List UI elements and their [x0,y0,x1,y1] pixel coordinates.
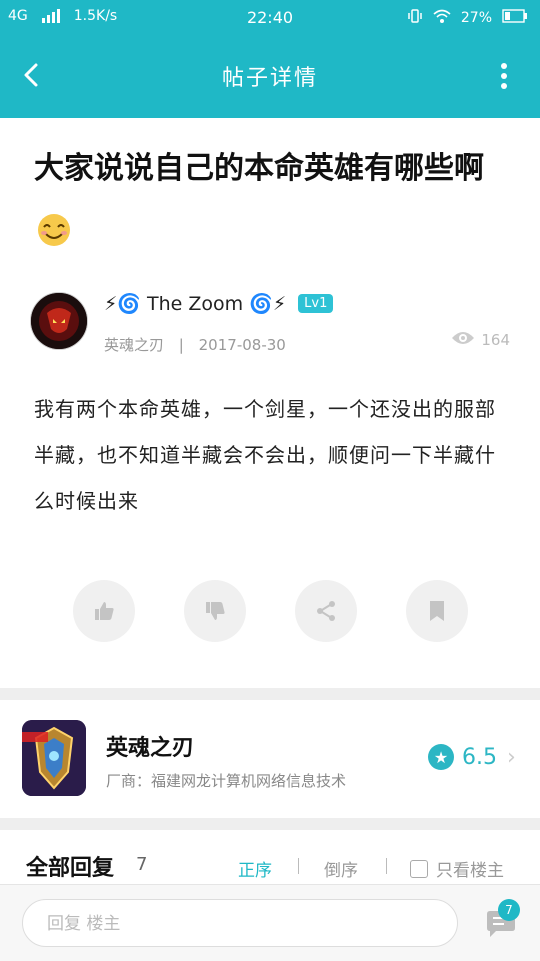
only-op-label: 只看楼主 [436,861,504,881]
views-count: 164 [481,331,510,349]
chevron-right-icon: › [507,744,516,770]
rating-value: 6.5 [462,744,497,770]
section-divider [0,818,540,830]
battery-percent: 27% [460,10,492,26]
reply-bar: 回复 楼主 7 [0,884,540,961]
status-bar: 4G 1.5K/s 22:40 27% [0,0,540,34]
game-tag: 英魂之刃 [104,336,165,354]
dislike-icon [206,602,225,620]
star-icon: ★ [428,744,454,770]
comment-count-badge: 7 [498,899,520,921]
more-icon[interactable] [500,62,508,90]
only-op-toggle[interactable]: 只看楼主 [410,856,504,881]
reply-input[interactable]: 回复 楼主 [22,899,458,947]
battery-icon [502,9,528,27]
sort-divider [298,858,299,874]
nav-bar: 帖子详情 [0,34,540,118]
post-body: 我有两个本命英雄，一个剑星，一个还没出的服部半藏，也不知道半藏会不会出，顺便问一… [34,397,496,513]
game-name: 英魂之刃 [106,735,195,761]
share-button[interactable] [295,580,357,642]
meta-separator: | [178,336,184,354]
like-button[interactable] [73,580,135,642]
views-counter: 164 [451,330,510,350]
post-title: 大家说说自己的本命英雄有哪些啊 [34,140,514,256]
checkbox-icon[interactable] [410,859,428,878]
like-icon [95,602,114,620]
share-icon [317,601,335,621]
post-meta: 英魂之刃 | 2017-08-30 [104,334,286,355]
status-right: 27% [407,8,528,28]
author-prefix-emoji: ⚡🌀 [104,293,141,315]
avatar[interactable] [30,292,88,350]
wifi-icon [433,8,451,28]
author-row: ⚡🌀 The Zoom 🌀⚡ Lv1 [104,292,334,315]
author-name[interactable]: The Zoom [147,293,243,315]
author-suffix-emoji: 🌀⚡ [249,293,287,315]
post-date: 2017-08-30 [198,336,286,354]
dislike-button[interactable] [184,580,246,642]
eye-icon [451,330,475,350]
post-actions [0,580,540,642]
sort-descending-tab[interactable]: 倒序 [324,856,358,881]
game-rating: ★ 6.5 › [428,744,516,770]
page-title: 帖子详情 [221,66,318,91]
bookmark-button[interactable] [406,580,468,642]
section-divider [0,688,540,700]
replies-title: 全部回复 [26,855,115,881]
game-vendor: 厂商：福建网龙计算机网络信息技术 [106,772,347,790]
level-badge: Lv1 [298,294,334,313]
bookmark-icon [430,601,444,621]
vibrate-icon [407,8,423,28]
smile-emoji-icon [34,210,74,246]
sort-divider [386,858,387,874]
game-icon [22,720,86,796]
sort-ascending-tab[interactable]: 正序 [238,856,272,881]
post-title-text: 大家说说自己的本命英雄有哪些啊 [34,151,484,186]
replies-count: 7 [136,854,148,875]
